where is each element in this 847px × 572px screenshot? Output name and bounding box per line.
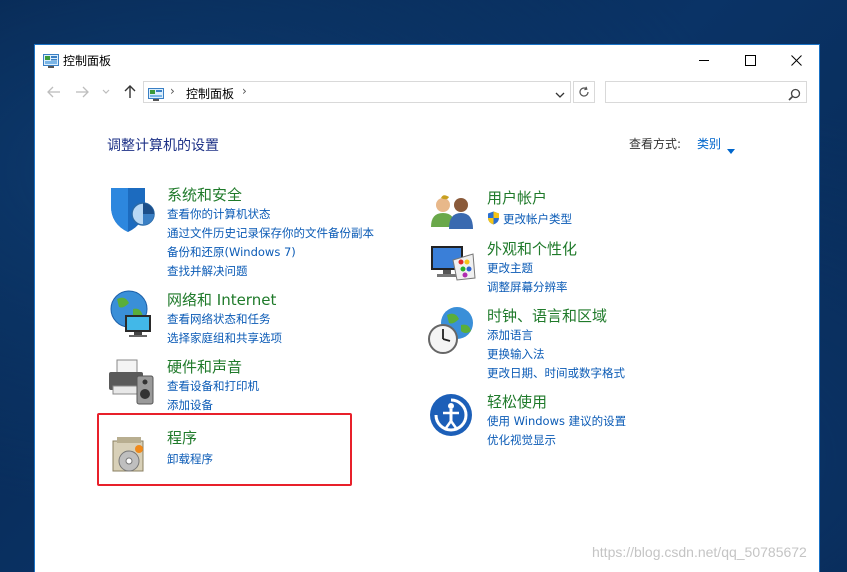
link-view-computer-status[interactable]: 查看你的计算机状态: [167, 206, 271, 222]
category-network-internet: 网络和 Internet 查看网络状态和任务 选择家庭组和共享选项: [107, 289, 407, 345]
minimize-button[interactable]: [681, 45, 727, 75]
link-add-language[interactable]: 添加语言: [487, 327, 533, 343]
arrow-right-icon: [76, 86, 89, 98]
refresh-icon: [579, 86, 589, 97]
ease-of-access-icon[interactable]: [427, 391, 479, 443]
link-change-account-type[interactable]: 更改帐户类型: [503, 211, 572, 227]
view-by-label: 查看方式:: [629, 137, 682, 151]
search-icon[interactable]: [788, 86, 801, 105]
chevron-down-icon: [102, 89, 110, 94]
category-system-security: 系统和安全 查看你的计算机状态 通过文件历史记录保存你的文件备份副本 备份和还原…: [107, 184, 407, 278]
arrow-left-icon: [47, 86, 60, 98]
link-change-input-method[interactable]: 更换输入法: [487, 346, 545, 362]
clock-globe-icon[interactable]: [427, 305, 479, 357]
category-title[interactable]: 外观和个性化: [487, 238, 577, 259]
back-button[interactable]: [45, 83, 63, 101]
category-hardware-sound: 硬件和声音 查看设备和打印机 添加设备: [107, 356, 407, 412]
category-user-accounts: 用户帐户 更改帐户类型: [427, 187, 727, 231]
users-icon[interactable]: [427, 187, 479, 239]
view-by-dropdown[interactable]: 类别: [697, 135, 721, 152]
category-title[interactable]: 轻松使用: [487, 391, 547, 412]
category-appearance: 外观和个性化 更改主题 调整屏幕分辨率: [427, 238, 727, 294]
link-screen-resolution[interactable]: 调整屏幕分辨率: [487, 279, 568, 295]
link-windows-recommended-settings[interactable]: 使用 Windows 建议的设置: [487, 413, 626, 429]
minimize-icon: [698, 59, 709, 61]
link-add-device[interactable]: 添加设备: [167, 397, 213, 413]
recent-locations-button[interactable]: [97, 83, 115, 101]
chevron-down-icon[interactable]: [554, 86, 566, 105]
control-panel-icon: [43, 53, 59, 72]
link-devices-printers[interactable]: 查看设备和打印机: [167, 378, 259, 394]
printer-speaker-icon[interactable]: [107, 356, 159, 408]
control-panel-window: 控制面板 › 控制面板 › 调整计算机的设置 查看方式: 类别 系统和安全 查看…: [34, 44, 820, 572]
search-input[interactable]: [605, 81, 807, 103]
category-title[interactable]: 系统和安全: [167, 184, 242, 205]
breadcrumb-separator[interactable]: ›: [242, 84, 247, 98]
link-troubleshoot[interactable]: 查找并解决问题: [167, 263, 248, 279]
network-globe-icon[interactable]: [107, 289, 159, 341]
category-ease-of-access: 轻松使用 使用 Windows 建议的设置 优化视觉显示: [427, 391, 747, 447]
up-button[interactable]: [121, 83, 139, 101]
link-date-time-format[interactable]: 更改日期、时间或数字格式: [487, 365, 625, 381]
navigation-bar: › 控制面板 ›: [35, 79, 819, 105]
link-change-theme[interactable]: 更改主题: [487, 260, 533, 276]
monitor-palette-icon[interactable]: [427, 238, 479, 290]
maximize-icon: [744, 54, 756, 66]
category-title[interactable]: 用户帐户: [487, 187, 547, 208]
category-title[interactable]: 时钟、语言和区域: [487, 305, 607, 326]
breadcrumb-control-panel[interactable]: 控制面板: [186, 85, 234, 102]
link-optimize-visual-display[interactable]: 优化视觉显示: [487, 432, 556, 448]
forward-button[interactable]: [73, 83, 91, 101]
highlight-box: [97, 413, 352, 486]
watermark-text: https://blog.csdn.net/qq_50785672: [592, 544, 807, 560]
link-file-history-backup[interactable]: 通过文件历史记录保存你的文件备份副本: [167, 225, 374, 241]
shield-icon[interactable]: [107, 184, 159, 236]
maximize-button[interactable]: [727, 45, 773, 75]
breadcrumb-separator[interactable]: ›: [170, 84, 175, 98]
link-view-network-status[interactable]: 查看网络状态和任务: [167, 311, 271, 327]
refresh-button[interactable]: [573, 81, 595, 103]
page-title: 调整计算机的设置: [107, 138, 219, 154]
control-panel-icon: [148, 86, 164, 105]
address-bar[interactable]: › 控制面板 ›: [143, 81, 571, 103]
category-title[interactable]: 网络和 Internet: [167, 289, 276, 310]
close-button[interactable]: [773, 45, 819, 75]
uac-shield-icon: [487, 211, 500, 228]
window-title: 控制面板: [63, 54, 112, 68]
title-bar[interactable]: 控制面板: [35, 45, 819, 75]
arrow-up-icon: [124, 85, 136, 98]
category-clock-language-region: 时钟、语言和区域 添加语言 更换输入法 更改日期、时间或数字格式: [427, 305, 747, 380]
link-homegroup-sharing[interactable]: 选择家庭组和共享选项: [167, 330, 282, 346]
category-title[interactable]: 硬件和声音: [167, 356, 242, 377]
close-icon: [790, 54, 802, 66]
link-backup-restore[interactable]: 备份和还原(Windows 7): [167, 244, 296, 260]
caret-down-icon[interactable]: [727, 139, 735, 158]
